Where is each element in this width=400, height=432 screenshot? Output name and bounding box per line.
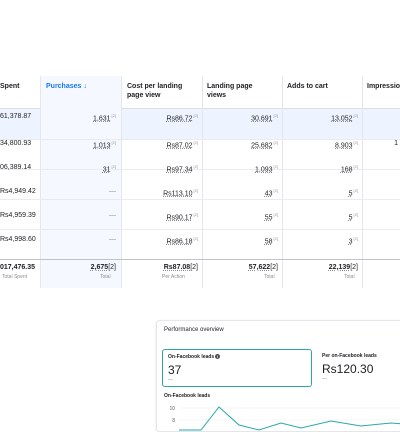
cell-cost[interactable]: Rs86.72[2] [124,113,198,122]
cell-landing[interactable]: 55[2] [204,212,278,221]
header-spent[interactable]: Spent [0,76,38,108]
info-icon[interactable]: i [215,354,221,360]
cell-spent: 34,800.93 [0,140,32,147]
total-landing-label: Total [264,274,275,280]
row-divider [0,199,400,200]
total-adds: 22,139[2] [328,264,358,271]
info-icon: [2] [353,212,358,217]
info-icon: [2] [270,264,278,271]
metric-value: Rs120.30 [322,362,374,376]
performance-overview-title: Performance overview [164,327,224,333]
column-divider [40,76,41,288]
info-icon: [2] [353,188,358,193]
info-icon: [2] [353,164,358,169]
cell-impressions: 1 [394,140,398,147]
total-spent-label: Total Spent [2,274,28,280]
total-cost-label: Per Action [162,274,185,280]
info-icon: [2] [193,164,198,169]
cell-adds[interactable]: 3[2] [284,236,358,245]
metric-label: Per on-Facebook leads [322,353,377,359]
metric-comparison: — [168,377,173,383]
info-icon: [2] [193,188,198,193]
info-icon: [2] [111,113,116,118]
info-icon: [2] [273,113,278,118]
cell-purchases: — [109,188,116,195]
cell-purchases[interactable]: 1,013[2] [44,140,116,149]
info-icon: [2] [273,212,278,217]
info-icon: [2] [111,164,116,169]
cell-purchases[interactable]: 31[2] [44,164,116,173]
column-divider [202,76,203,288]
info-icon: [2] [353,236,358,241]
total-cost: Rs87.08[2] [163,264,198,271]
cell-cost[interactable]: Rs97.34[2] [124,164,198,173]
metric-cost-per-lead[interactable]: Per on-Facebook leads Rs120.30 — [317,349,400,387]
chart-title: On-Facebook leads [164,393,211,399]
info-icon: [2] [193,113,198,118]
metric-comparison: — [322,376,327,382]
header-adds-to-cart[interactable]: Adds to cart [287,76,357,108]
cell-purchases: — [109,236,116,243]
header-purchases[interactable]: Purchases ↓ [46,76,118,108]
total-spent: 017,476.35 [0,264,36,271]
total-purchases: 2,675[2] [90,264,116,271]
info-icon: [2] [111,140,116,145]
cell-adds[interactable]: 5[2] [284,212,358,221]
header-impressions[interactable]: Impressio [367,76,400,108]
info-icon: [2] [353,140,358,145]
cell-spent: Rs4,998.60 [0,236,36,243]
cell-adds[interactable]: 8,903[2] [284,140,358,149]
header-landing-page-views[interactable]: Landing page views [207,76,267,108]
info-icon: [2] [193,212,198,217]
leads-line-chart: 10 8 [169,406,400,431]
header-cost-per-landing-page-view[interactable]: Cost per landing page view [127,76,199,108]
cell-landing[interactable]: 30,691[2] [204,113,278,122]
info-icon: [2] [353,113,358,118]
cell-landing[interactable]: 43[2] [204,188,278,197]
cell-spent: Rs4,959.39 [0,212,36,219]
info-icon: [2] [108,264,116,271]
metric-label: On-Facebook leads i [168,354,221,360]
cell-cost[interactable]: Rs86.18[2] [124,236,198,245]
total-landing: 57,622[2] [248,264,278,271]
y-tick-label: 10 [169,406,175,412]
info-icon: [2] [193,140,198,145]
cell-spent: 06,389.14 [0,164,32,171]
cell-adds[interactable]: 5[2] [284,188,358,197]
info-icon: [2] [273,236,278,241]
cell-adds[interactable]: 13,052[2] [284,113,358,122]
row-divider [0,229,400,230]
cell-landing[interactable]: 58[2] [204,236,278,245]
info-icon: [2] [273,164,278,169]
cell-spent: 61,378.87 [0,113,32,120]
y-tick-label: 8 [172,418,175,424]
metric-on-facebook-leads[interactable]: On-Facebook leads i 37 — [162,349,312,387]
cell-adds[interactable]: 168[2] [284,164,358,173]
column-divider [121,76,122,288]
performance-overview-card: Performance overview On-Facebook leads i … [156,320,400,432]
column-divider [362,76,363,288]
cell-landing[interactable]: 25,682[2] [204,140,278,149]
cell-cost[interactable]: Rs113.10[2] [124,188,198,197]
info-icon: [2] [193,236,198,241]
metric-value: 37 [168,363,182,377]
info-icon: [2] [273,140,278,145]
cell-purchases: — [109,212,116,219]
cell-spent: Rs4,949.42 [0,188,36,195]
totals-divider [0,259,400,260]
info-icon: [2] [190,264,198,271]
cell-cost[interactable]: Rs90.17[2] [124,212,198,221]
total-adds-label: Total [344,274,355,280]
cell-cost[interactable]: Rs87.02[2] [124,140,198,149]
info-icon: [2] [273,188,278,193]
cell-landing[interactable]: 1,093[2] [204,164,278,173]
total-purchases-label: Total [100,274,111,280]
ads-table: Spent Purchases ↓ Cost per landing page … [0,76,400,288]
leads-series-line [179,406,400,431]
cell-purchases[interactable]: 1,631[2] [44,113,116,122]
column-divider [282,76,283,288]
info-icon: [2] [350,264,358,271]
